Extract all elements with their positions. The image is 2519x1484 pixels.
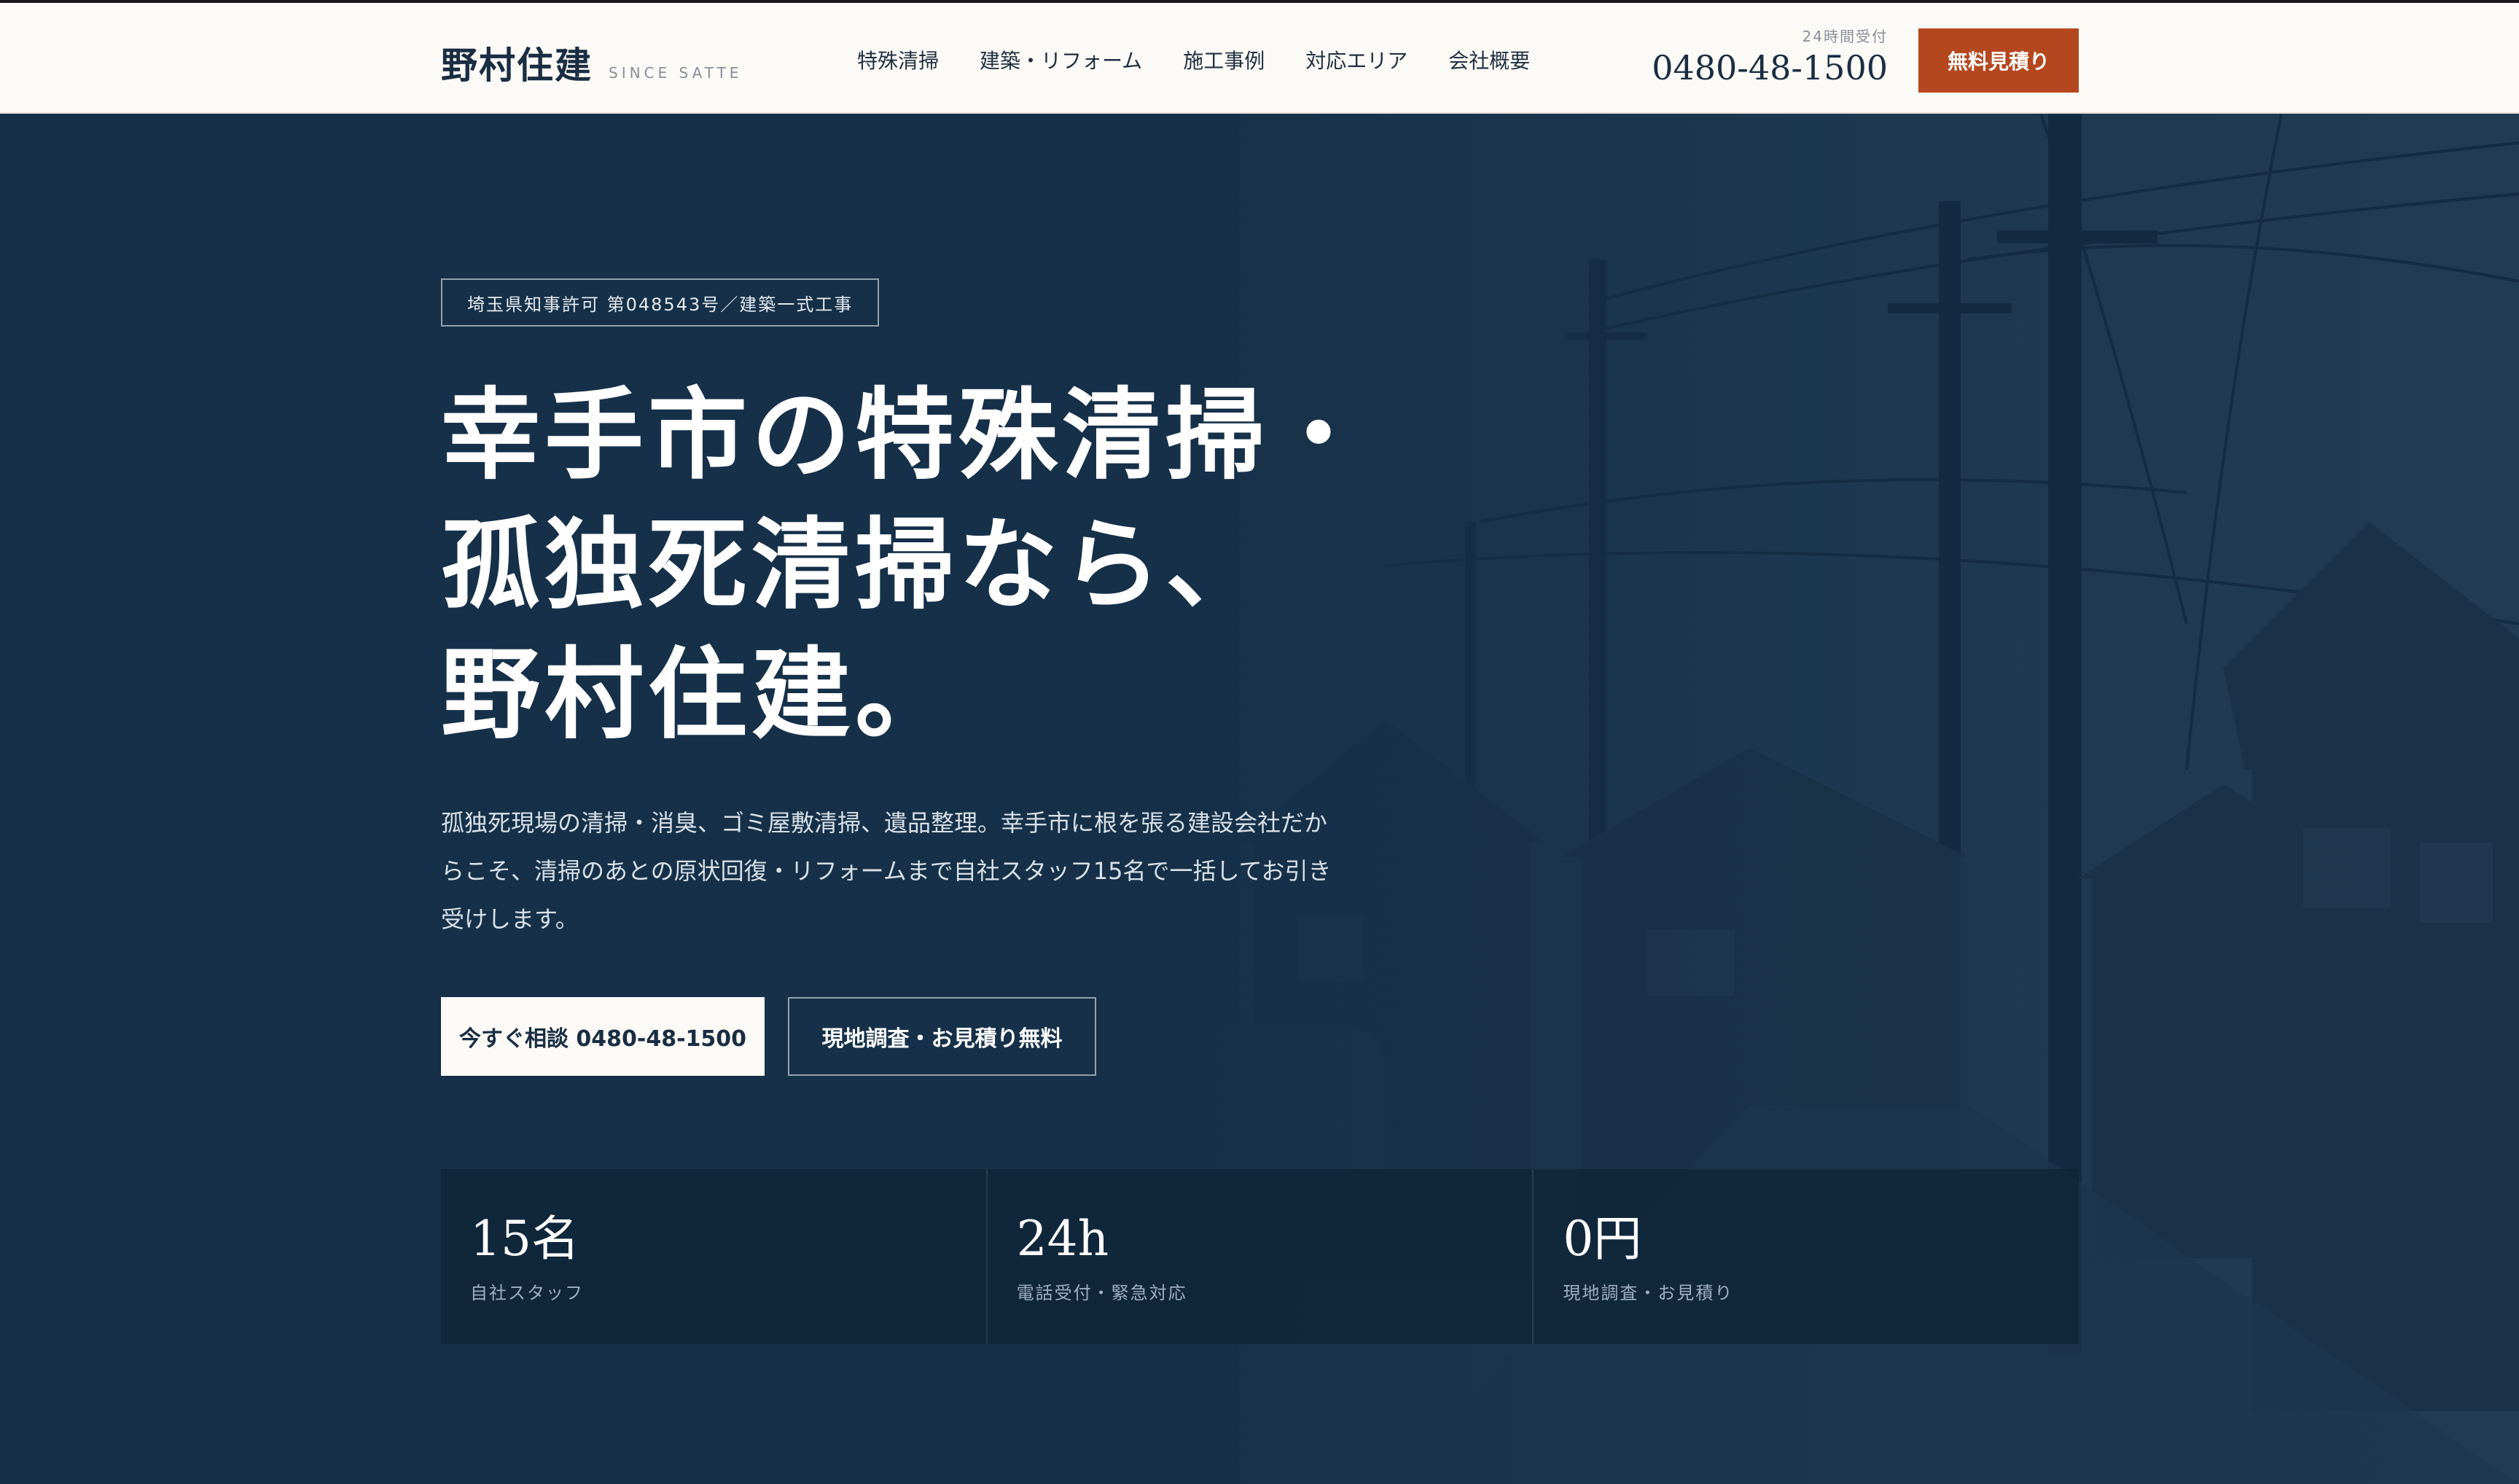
logo-text: 野村住建 [441,44,593,87]
hero-section: 埼玉県知事許可 第048543号／建築一式工事 幸手市の特殊清掃・ 孤独死清掃な… [0,114,2519,1484]
site-header: 野村住建 SINCE SATTE 特殊清掃 建築・リフォーム 施工事例 対応エリ… [0,3,2519,114]
free-estimate-button[interactable]: 無料見積り [1918,28,2079,93]
logo[interactable]: 野村住建 SINCE SATTE [441,36,742,89]
nav-item-company[interactable]: 会社概要 [1448,45,1530,74]
headline-line-1: 幸手市の特殊清掃・ [441,377,1372,493]
headline-line-3: 野村住建。 [441,636,958,753]
license-badge: 埼玉県知事許可 第048543号／建築一式工事 [441,278,880,327]
stat-hours: 24h 電話受付・緊急対応 [985,1169,1533,1344]
stat-value: 24h [1016,1211,1109,1267]
headline-line-2: 孤独死清掃なら、 [441,507,1269,623]
hero-headline: 幸手市の特殊清掃・ 孤独死清掃なら、 野村住建。 [441,370,1680,759]
stat-label: 電話受付・緊急対応 [1016,1283,1187,1303]
stat-label: 現地調査・お見積り [1563,1283,1734,1303]
nav-item-service-area[interactable]: 対応エリア [1305,45,1407,74]
stat-value: 0円 [1563,1211,1642,1267]
hero-lead-text: 孤独死現場の清掃・消臭、ゴミ屋敷清掃、遺品整理。幸手市に根を張る建設会社だからこ… [441,809,1332,933]
phone-hours-label: 24時間受付 [1802,28,1888,45]
logo-tagline: SINCE SATTE [609,64,743,82]
header-phone-number[interactable]: 0480-48-1500 [1618,48,1888,87]
stat-free-estimate: 0円 現地調査・お見積り [1532,1169,2079,1344]
call-now-button[interactable]: 今すぐ相談 0480-48-1500 [441,997,765,1076]
stats-bar: 15名 自社スタッフ 24h 電話受付・緊急対応 0円 現地調査・お見積り [441,1169,2079,1344]
nav-item-construction-reform[interactable]: 建築・リフォーム [980,45,1142,74]
stat-label: 自社スタッフ [470,1283,584,1303]
stat-value: 15名 [470,1211,579,1267]
nav-item-case-studies[interactable]: 施工事例 [1183,45,1265,74]
nav-item-special-cleaning[interactable]: 特殊清掃 [857,45,939,74]
free-survey-button[interactable]: 現地調査・お見積り無料 [788,997,1096,1076]
stat-staff: 15名 自社スタッフ [441,1169,986,1344]
main-nav: 特殊清掃 建築・リフォーム 施工事例 対応エリア 会社概要 [857,45,1530,74]
